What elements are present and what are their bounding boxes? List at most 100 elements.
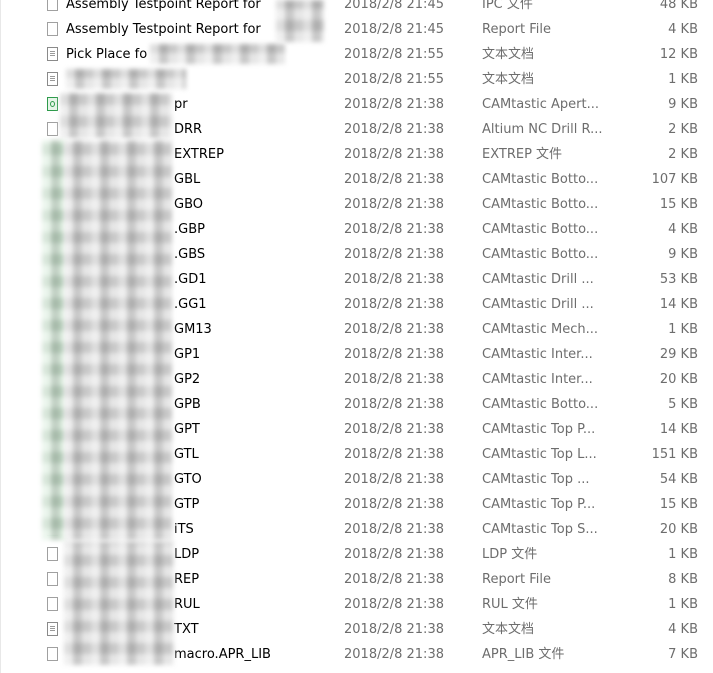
file-date-modified: 2018/2/8 21:38: [344, 347, 444, 362]
file-name[interactable]: GPT: [174, 417, 334, 442]
file-date-modified: 2018/2/8 21:38: [344, 272, 444, 287]
file-date-modified: 2018/2/8 21:38: [344, 547, 444, 562]
file-name[interactable]: RUL: [174, 592, 334, 617]
file-name[interactable]: GTO: [174, 467, 334, 492]
file-size: 14 KB: [659, 422, 698, 437]
file-size: 4 KB: [668, 622, 698, 637]
file-name[interactable]: iTS: [174, 517, 334, 542]
file-icon-cell: [42, 42, 62, 67]
file-type: CAMtastic Top ...: [482, 472, 590, 487]
file-date-modified: 2018/2/8 21:38: [344, 447, 444, 462]
blurred-filename-region: [150, 44, 285, 64]
document-icon: [47, 0, 58, 11]
file-type: CAMtastic Drill ...: [482, 297, 594, 312]
file-size: 53 KB: [659, 272, 698, 287]
file-icon-cell: [42, 92, 62, 117]
file-type: IPC 文件: [482, 0, 533, 12]
file-size: 8 KB: [668, 572, 698, 587]
file-row[interactable]: Assembly Testpoint Report for 2018/2/8 21…: [0, 0, 713, 17]
file-size: 12 KB: [659, 47, 698, 62]
file-date-modified: 2018/2/8 21:38: [344, 122, 444, 137]
file-type: CAMtastic Botto...: [482, 197, 599, 212]
file-size: 4 KB: [668, 22, 698, 37]
file-size: 1 KB: [668, 597, 698, 612]
file-type: CAMtastic Top P...: [482, 422, 596, 437]
file-name[interactable]: GBL: [174, 167, 334, 192]
file-type: CAMtastic Top L...: [482, 447, 597, 462]
file-size: 9 KB: [668, 247, 698, 262]
file-type: CAMtastic Top P...: [482, 497, 596, 512]
file-type: APR_LIB 文件: [482, 647, 565, 662]
file-size: 15 KB: [659, 197, 698, 212]
file-size: 15 KB: [659, 497, 698, 512]
file-date-modified: 2018/2/8 21:38: [344, 197, 444, 212]
file-type: CAMtastic Drill ...: [482, 272, 594, 287]
file-type: CAMtastic Botto...: [482, 172, 599, 187]
file-type: 文本文档: [482, 622, 535, 637]
document-icon: [47, 572, 58, 586]
document-icon: [47, 122, 58, 136]
file-name[interactable]: .GBP: [174, 217, 334, 242]
file-date-modified: 2018/2/8 21:45: [344, 22, 444, 37]
file-name[interactable]: LDP: [174, 542, 334, 567]
text-document-icon: [47, 622, 58, 636]
file-name[interactable]: pr: [174, 92, 334, 117]
file-size: 2 KB: [668, 122, 698, 137]
file-size: 29 KB: [659, 347, 698, 362]
file-size: 1 KB: [668, 547, 698, 562]
file-type: 文本文档: [482, 47, 535, 62]
file-name[interactable]: GM13: [174, 317, 334, 342]
file-name[interactable]: DRR: [174, 117, 334, 142]
blurred-filename-region: [66, 69, 186, 89]
file-date-modified: 2018/2/8 21:55: [344, 72, 444, 87]
file-type: Report File: [482, 572, 551, 587]
document-icon: [47, 547, 58, 561]
file-row[interactable]: Pick Place fo 2018/2/8 21:55 文本文档 12 KB: [0, 42, 713, 67]
file-type: CAMtastic Apert...: [482, 97, 599, 112]
file-size: 7 KB: [668, 647, 698, 662]
file-type: 文本文档: [482, 72, 535, 87]
file-date-modified: 2018/2/8 21:38: [344, 322, 444, 337]
file-list: Assembly Testpoint Report for 2018/2/8 21…: [0, 0, 713, 673]
text-document-icon: [47, 47, 58, 61]
file-size: 5 KB: [668, 397, 698, 412]
blurred-filename-region: [276, 0, 324, 42]
file-row[interactable]: Assembly Testpoint Report for 2018/2/8 21…: [0, 17, 713, 42]
file-date-modified: 2018/2/8 21:38: [344, 647, 444, 662]
file-date-modified: 2018/2/8 21:38: [344, 522, 444, 537]
file-name[interactable]: TXT: [174, 617, 334, 642]
file-type: LDP 文件: [482, 547, 538, 562]
file-name[interactable]: GP1: [174, 342, 334, 367]
file-name[interactable]: REP: [174, 567, 334, 592]
file-name[interactable]: .GG1: [174, 292, 334, 317]
file-icon-cell: [42, 542, 62, 567]
file-date-modified: 2018/2/8 21:38: [344, 472, 444, 487]
file-date-modified: 2018/2/8 21:38: [344, 497, 444, 512]
file-date-modified: 2018/2/8 21:38: [344, 622, 444, 637]
file-icon-cell: [42, 617, 62, 642]
file-name[interactable]: GTL: [174, 442, 334, 467]
file-name[interactable]: .GD1: [174, 267, 334, 292]
file-type: CAMtastic Botto...: [482, 247, 599, 262]
file-name[interactable]: EXTREP: [174, 142, 334, 167]
file-type: Altium NC Drill R...: [482, 122, 603, 137]
file-name[interactable]: GP2: [174, 367, 334, 392]
file-type: CAMtastic Inter...: [482, 372, 593, 387]
file-icon-cell: [42, 567, 62, 592]
file-size: 151 KB: [651, 447, 698, 462]
file-date-modified: 2018/2/8 21:38: [344, 297, 444, 312]
file-name[interactable]: GTP: [174, 492, 334, 517]
file-size: 54 KB: [659, 472, 698, 487]
file-type: CAMtastic Botto...: [482, 397, 599, 412]
file-name[interactable]: .GBS: [174, 242, 334, 267]
file-type: EXTREP 文件: [482, 147, 563, 162]
file-icon-cell: [42, 592, 62, 617]
file-date-modified: 2018/2/8 21:38: [344, 222, 444, 237]
file-icon-cell: [42, 117, 62, 142]
file-size: 1 KB: [668, 322, 698, 337]
file-name[interactable]: GPB: [174, 392, 334, 417]
file-name[interactable]: GBO: [174, 192, 334, 217]
file-icon-cell: [42, 0, 62, 17]
file-icon-cell: [42, 17, 62, 42]
file-date-modified: 2018/2/8 21:38: [344, 397, 444, 412]
